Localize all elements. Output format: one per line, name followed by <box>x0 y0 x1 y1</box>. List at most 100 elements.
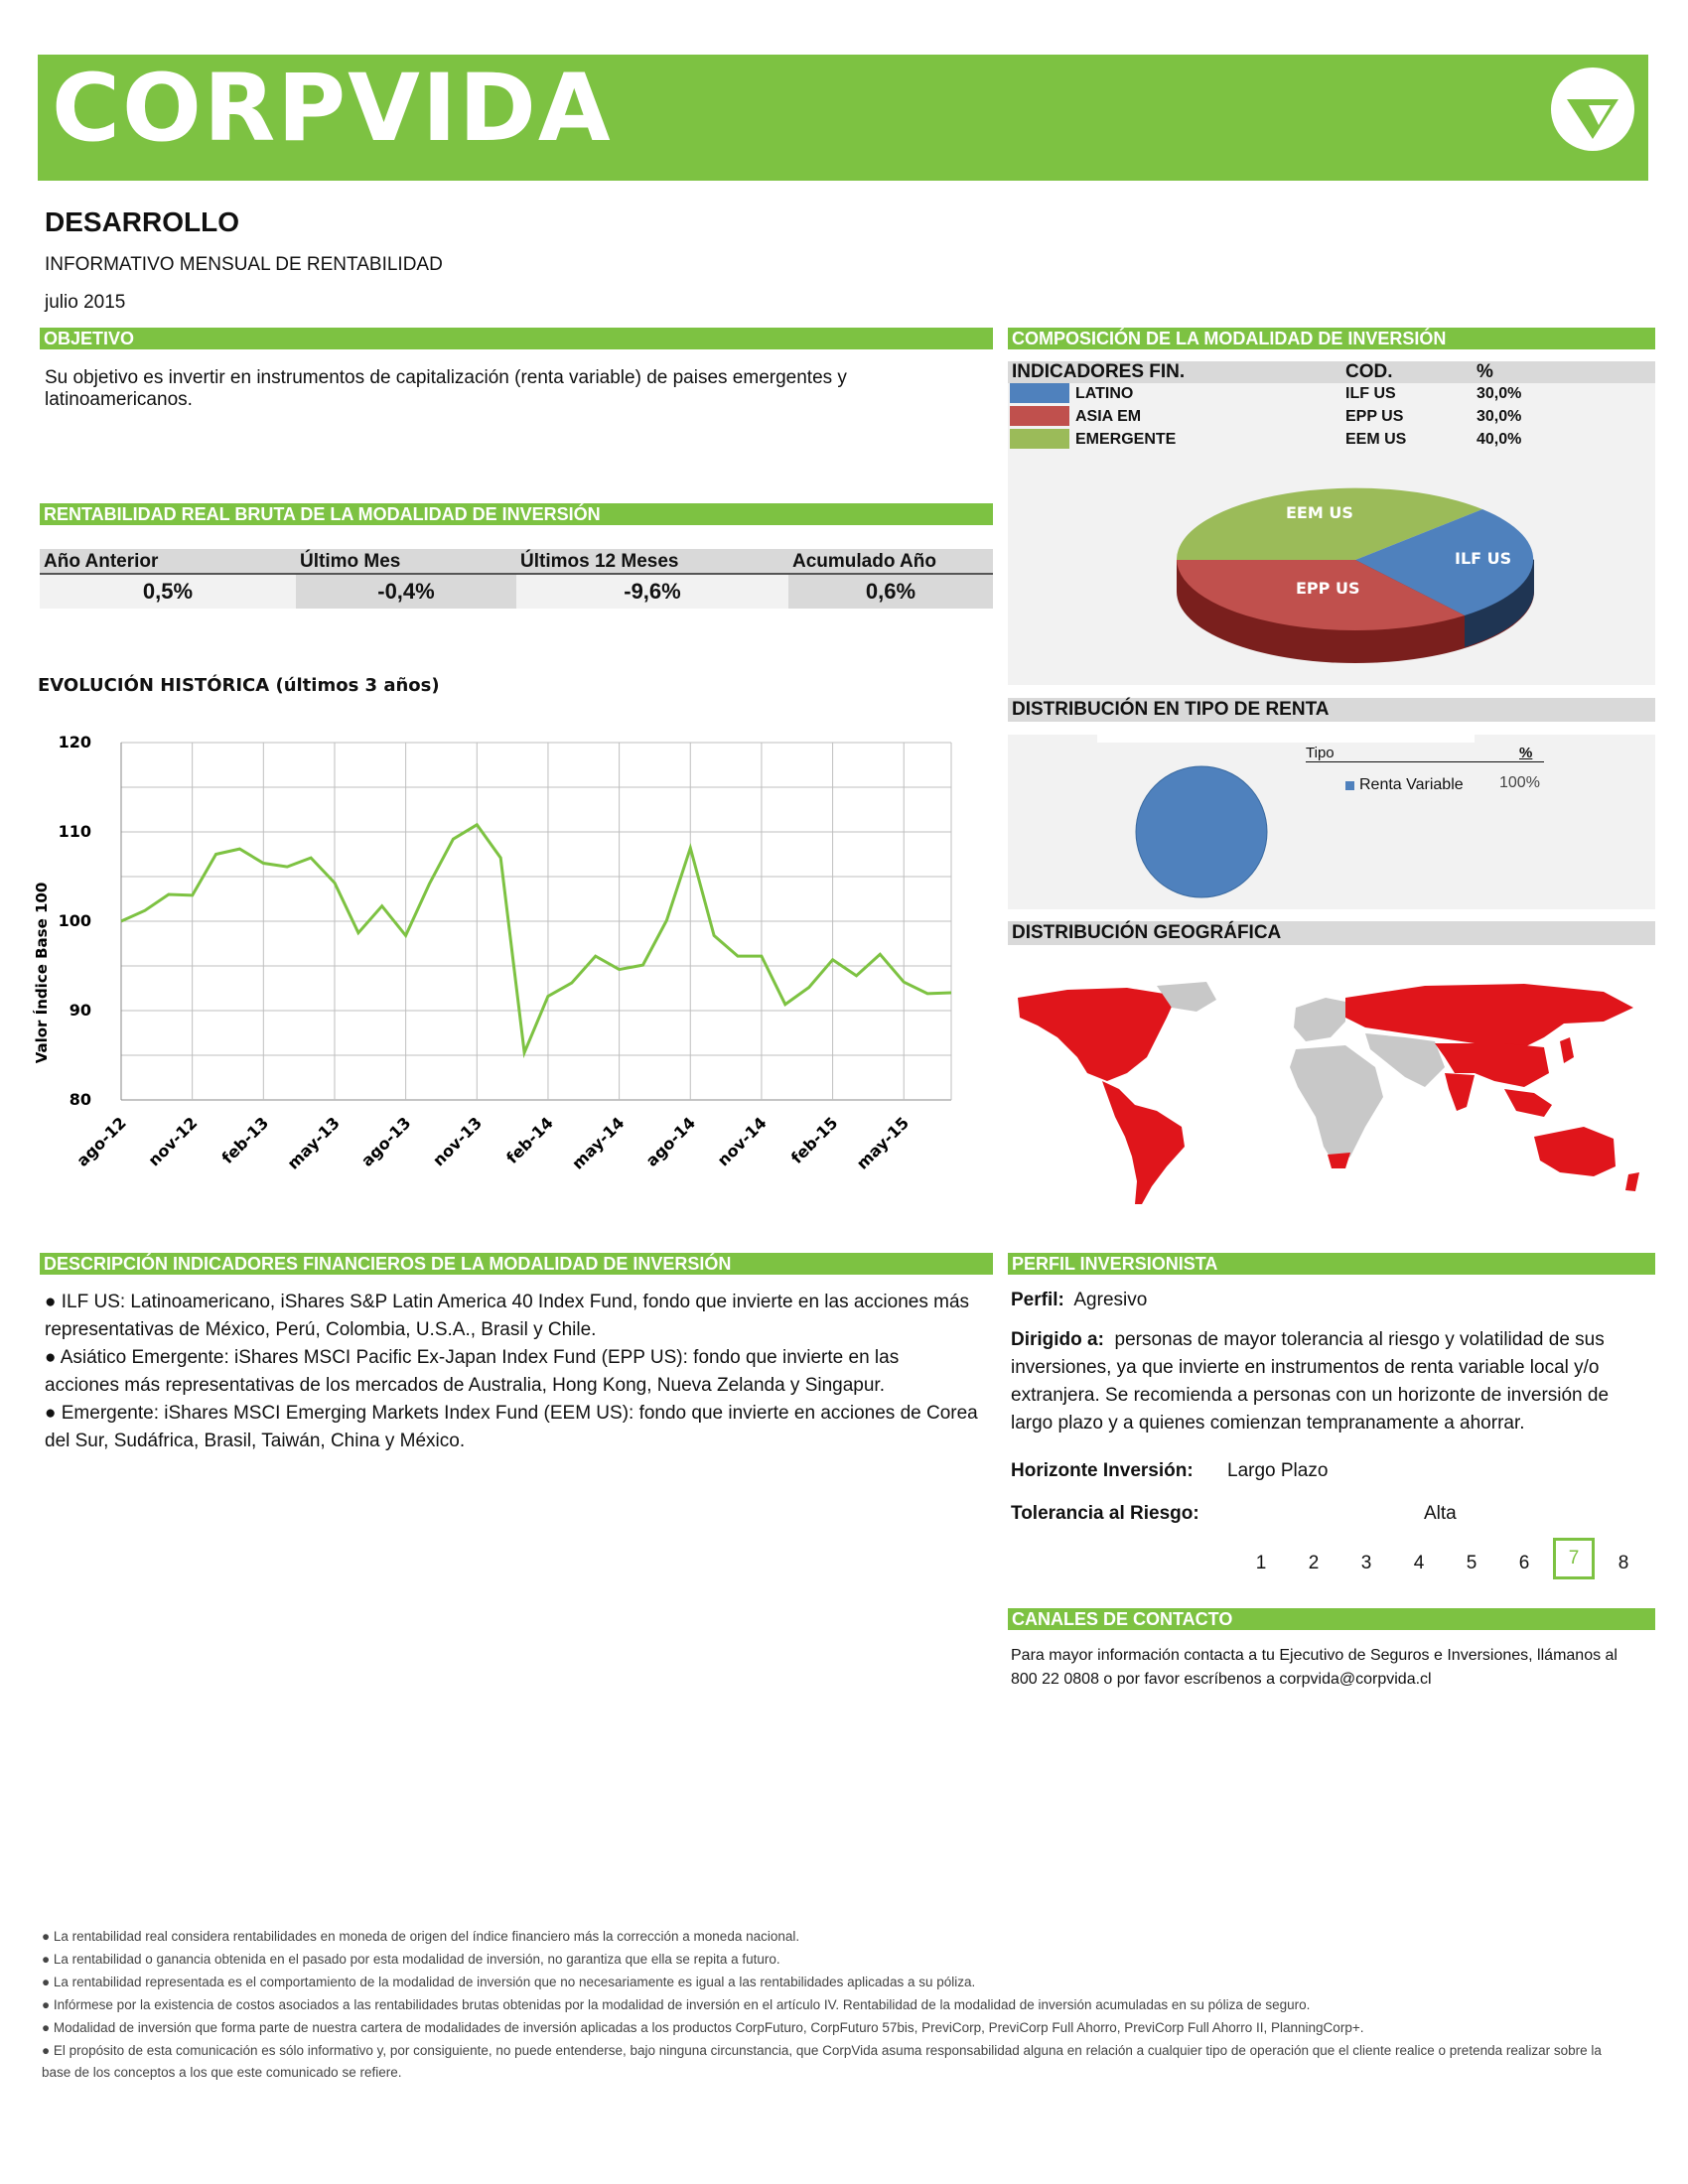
perfil-label: Perfil: <box>1011 1290 1064 1310</box>
composicion-panel: INDICADORES FIN. COD. % LATINO ILF US 30… <box>1008 361 1655 685</box>
swatch-emergente <box>1010 429 1069 449</box>
row-latino-pct: 30,0% <box>1477 385 1522 402</box>
renta-pie-chart <box>1135 765 1268 898</box>
footnote-6: ● El propósito de esta comunicación es s… <box>42 2043 1602 2080</box>
chart-x-tick-label: nov-14 <box>714 1113 771 1169</box>
map-europe <box>1294 998 1345 1041</box>
row-emergente-cod: EEM US <box>1345 431 1407 448</box>
perfil-heading: PERFIL INVERSIONISTA <box>1008 1253 1655 1275</box>
composicion-pie-chart: EEM US ILF US EPP US <box>1176 487 1534 663</box>
map-australia <box>1534 1127 1616 1176</box>
historical-line-chart: 8090100110120 ago-12 nov-12 feb-13 may-13 ag… <box>32 733 952 1173</box>
footnote-1: ● La rentabilidad real considera rentabi… <box>42 1929 800 1944</box>
row-asia-pct: 30,0% <box>1477 408 1522 425</box>
renta-col-pct: % <box>1519 745 1533 761</box>
tolerancia-value: Alta <box>1424 1503 1457 1524</box>
chart-x-tick-label: feb-15 <box>787 1113 842 1167</box>
chart-y-tick-label: 80 <box>70 1090 91 1109</box>
objetivo-heading: OBJETIVO <box>40 328 993 349</box>
renta-pie-slice <box>1135 765 1268 898</box>
renta-heading: DISTRIBUCIÓN EN TIPO DE RENTA <box>1008 698 1655 722</box>
col-ultimos-12-meses: Últimos 12 Meses <box>520 551 679 572</box>
risk-level-3: 3 <box>1360 1553 1372 1573</box>
horizonte-label: Horizonte Inversión: <box>1011 1460 1194 1481</box>
footnote-2: ● La rentabilidad o ganancia obtenida en… <box>42 1952 780 1967</box>
map-north-america <box>1018 988 1177 1081</box>
map-new-zealand <box>1625 1172 1639 1191</box>
chart-x-tick-label: nov-13 <box>429 1113 486 1169</box>
chart-grid <box>120 742 952 1101</box>
chart-y-axis-label: Valor Índice Base 100 <box>32 883 51 1064</box>
renta-value: 100% <box>1499 774 1540 791</box>
swatch-asia-em <box>1010 406 1069 426</box>
row-emergente-pct: 40,0% <box>1477 431 1522 448</box>
chart-title: EVOLUCIÓN HISTÓRICA (últimos 3 años) <box>38 675 440 696</box>
chart-x-tick-label: ago-13 <box>357 1113 414 1169</box>
descripcion-item-eem: ● Emergente: iShares MSCI Emerging Marke… <box>45 1403 978 1451</box>
footnote-3: ● La rentabilidad representada es el com… <box>42 1975 976 1989</box>
geo-heading: DISTRIBUCIÓN GEOGRÁFICA <box>1008 921 1655 945</box>
chart-x-ticks: ago-12 nov-12 feb-13 may-13 ago-13 nov-13 feb-… <box>72 1113 913 1172</box>
row-latino-cod: ILF US <box>1345 385 1396 402</box>
chart-x-tick-label: ago-12 <box>72 1113 129 1169</box>
chart-x-tick-label: feb-14 <box>502 1113 557 1167</box>
pie-label-eem: EEM US <box>1286 503 1353 522</box>
row-asia-name: ASIA EM <box>1075 408 1142 425</box>
renta-panel-gap <box>1097 735 1475 743</box>
chart-y-tick-label: 110 <box>59 822 91 841</box>
chart-x-tick-label: may-15 <box>853 1113 913 1172</box>
risk-level-5: 5 <box>1466 1553 1477 1573</box>
chart-x-tick-label: may-13 <box>283 1113 343 1172</box>
report-date: julio 2015 <box>45 292 126 313</box>
brand-mark-icon <box>1551 68 1634 151</box>
val-ultimo-mes: -0,4% <box>296 575 516 609</box>
col-ultimo-mes: Último Mes <box>300 551 401 572</box>
page-title: DESARROLLO <box>45 206 239 237</box>
chart-y-tick-label: 90 <box>70 1001 91 1020</box>
perfil-value: Agresivo <box>1073 1290 1148 1310</box>
descripcion-list: ● ILF US: Latinoamericano, iShares S&P L… <box>45 1289 978 1455</box>
horizonte-value: Largo Plazo <box>1227 1460 1329 1481</box>
row-emergente-name: EMERGENTE <box>1075 431 1177 448</box>
contacto-heading: CANALES DE CONTACTO <box>1008 1608 1655 1630</box>
chart-x-tick-label: may-14 <box>568 1113 628 1172</box>
col-ano-anterior: Año Anterior <box>44 551 159 572</box>
descripcion-item-epp: ● Asiático Emergente: iShares MSCI Pacif… <box>45 1347 900 1396</box>
dirigido-label: Dirigido a: <box>1011 1329 1104 1350</box>
row-asia-cod: EPP US <box>1345 408 1404 425</box>
renta-legend-swatch <box>1345 781 1354 790</box>
renta-legend-label: Renta Variable <box>1359 776 1464 793</box>
tolerancia-label: Tolerancia al Riesgo: <box>1011 1503 1199 1524</box>
composicion-heading: COMPOSICIÓN DE LA MODALIDAD DE INVERSIÓN <box>1008 328 1655 349</box>
chart-y-tick-label: 100 <box>59 911 91 930</box>
pie-label-ilf: ILF US <box>1455 549 1511 568</box>
risk-level-2: 2 <box>1308 1553 1320 1573</box>
row-latino-name: LATINO <box>1075 385 1134 402</box>
map-south-africa <box>1328 1153 1350 1168</box>
col-acumulado-ano: Acumulado Año <box>792 551 936 572</box>
map-africa <box>1290 1045 1383 1166</box>
map-south-america <box>1102 1081 1185 1204</box>
perfil-line: Perfil: Agresivo <box>1011 1287 1651 1314</box>
col-cod: COD. <box>1345 361 1393 382</box>
col-indicadores: INDICADORES FIN. <box>1012 361 1186 382</box>
brand-logo: CORPVIDA <box>52 55 613 163</box>
rentabilidad-table: Año Anterior Último Mes Últimos 12 Meses… <box>40 549 993 611</box>
risk-level-4: 4 <box>1413 1553 1425 1573</box>
renta-col-tipo: Tipo <box>1306 745 1544 762</box>
chart-series-line <box>120 822 952 1059</box>
renta-panel: Tipo % Renta Variable 100% <box>1008 735 1655 909</box>
world-map <box>1018 982 1639 1204</box>
pie-label-epp: EPP US <box>1296 579 1359 598</box>
risk-level-8: 8 <box>1618 1553 1629 1573</box>
chart-x-tick-label: nov-12 <box>144 1113 201 1169</box>
chart-y-ticks: 80 90 100 110 120 <box>59 733 91 1109</box>
page-subtitle: INFORMATIVO MENSUAL DE RENTABILIDAD <box>45 254 443 275</box>
swatch-latino <box>1010 383 1069 403</box>
rentabilidad-heading: RENTABILIDAD REAL BRUTA DE LA MODALIDAD … <box>40 503 993 525</box>
descripcion-item-ilf: ● ILF US: Latinoamericano, iShares S&P L… <box>45 1292 970 1340</box>
chart-y-tick-label: 120 <box>59 733 91 751</box>
val-ultimos-12-meses: -9,6% <box>516 575 788 609</box>
dirigido-block: Dirigido a: personas de mayor tolerancia… <box>1011 1326 1651 1437</box>
risk-level-7-selected: 7 <box>1553 1538 1595 1579</box>
